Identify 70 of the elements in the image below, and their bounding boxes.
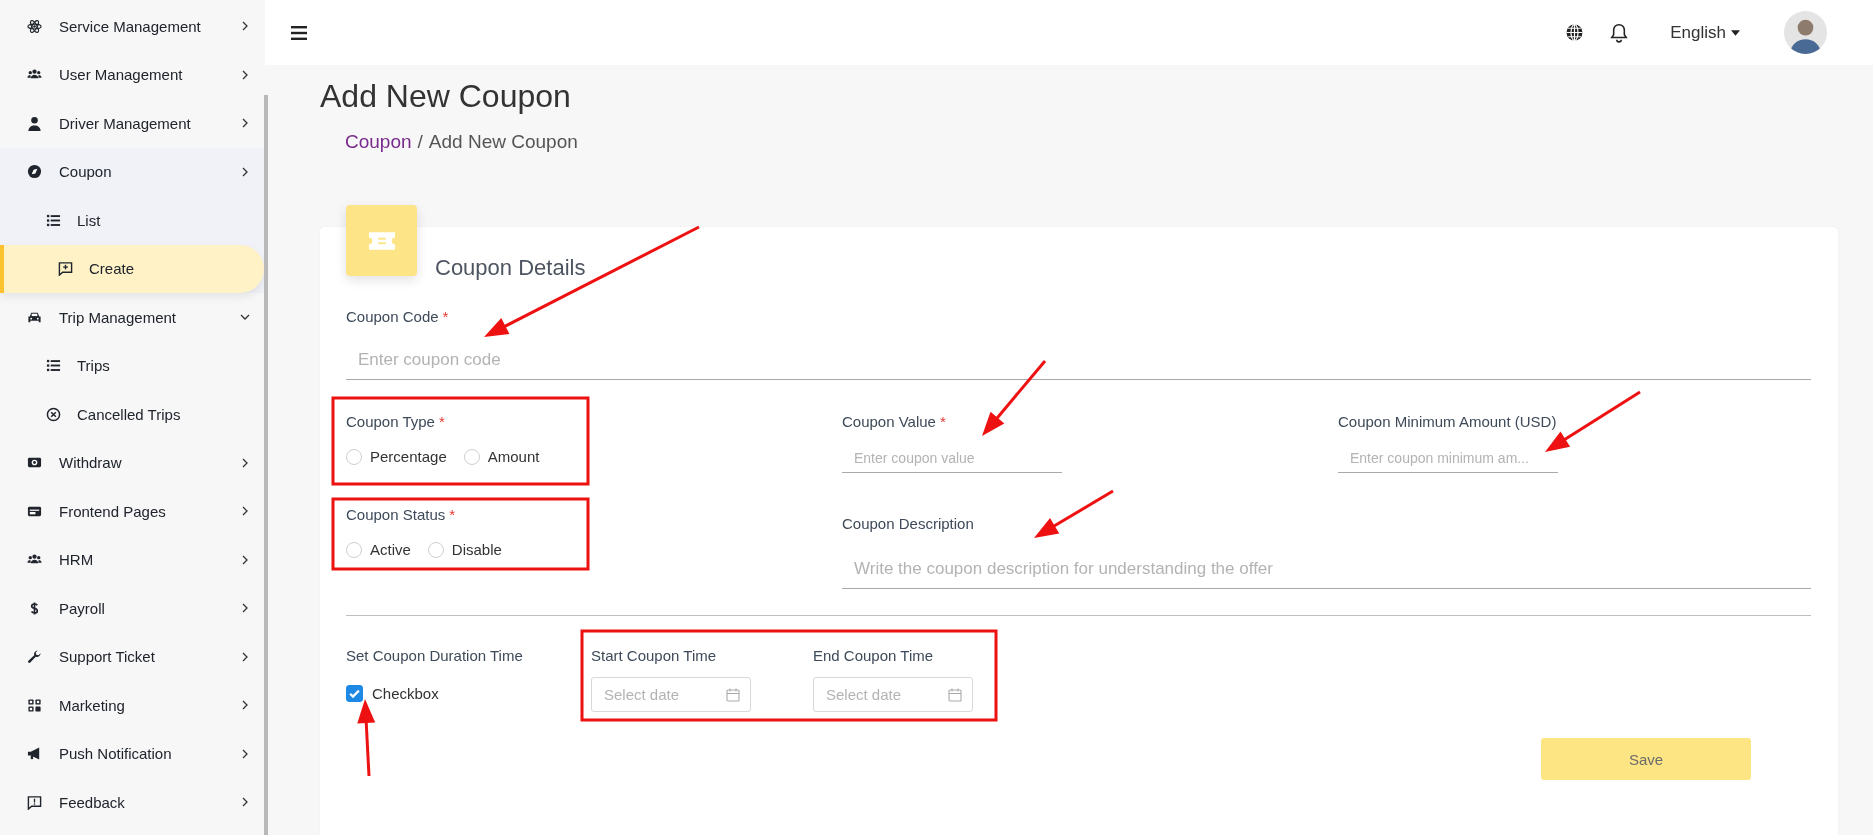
avatar[interactable] <box>1784 11 1827 54</box>
field-label: Coupon Value <box>842 413 936 431</box>
calendar-icon <box>726 687 740 702</box>
minimum-amount-field[interactable]: Enter coupon minimum am... <box>1338 443 1558 473</box>
user-icon <box>27 115 42 131</box>
field-label: Coupon Type <box>346 413 435 431</box>
sidebar-item[interactable]: Feedback <box>0 778 265 827</box>
field-label: Coupon Description <box>842 515 974 533</box>
date-input[interactable]: Select date <box>826 686 936 703</box>
breadcrumb-separator: / <box>417 131 423 153</box>
sidebar-item[interactable]: User Management <box>0 50 265 99</box>
sidebar-item[interactable]: Marketing <box>0 681 265 730</box>
sidebar-subitem[interactable]: Trips <box>0 341 265 390</box>
language-dropdown[interactable]: English <box>1670 22 1740 43</box>
megaphone-icon <box>27 746 42 762</box>
sidebar-subitem[interactable]: Cancelled Trips <box>0 390 265 439</box>
coupon-value-field[interactable]: Enter coupon value <box>842 443 1062 473</box>
sidebar-item[interactable]: Service Management <box>0 2 265 51</box>
close-icon <box>46 406 61 422</box>
card-title: Coupon Details <box>435 254 587 281</box>
save-button[interactable]: Save <box>1541 738 1751 780</box>
message-plus-icon <box>58 261 73 277</box>
menu-icon[interactable] <box>291 25 307 40</box>
field-label: End Coupon Time <box>813 647 935 665</box>
sidebar-item[interactable]: Frontend Pages <box>0 487 265 536</box>
sidebar-item[interactable]: Coupon <box>0 147 265 196</box>
caret-icon <box>1731 29 1740 36</box>
ticket-icon <box>368 231 395 250</box>
atom-icon <box>27 18 42 34</box>
sidebar-item[interactable]: Withdraw <box>0 438 265 487</box>
wrench-icon <box>27 649 42 665</box>
calendar-icon <box>948 687 962 702</box>
sidebar-item[interactable]: HRM <box>0 535 265 584</box>
description-field[interactable]: Write the coupon description for understanding the offer <box>842 549 1811 589</box>
sidebar-item[interactable]: Payroll <box>0 584 265 633</box>
compass-icon <box>27 164 42 180</box>
required-mark: * <box>939 413 946 431</box>
required-mark: * <box>438 413 445 431</box>
date-field[interactable]: Select date <box>813 677 973 712</box>
checkbox-option[interactable]: Checkbox <box>346 685 591 702</box>
field-label: Set Coupon Duration Time <box>346 647 524 665</box>
required-mark: * <box>442 308 449 326</box>
bell-icon[interactable] <box>1610 22 1629 43</box>
coupon-code-field[interactable]: Enter coupon code <box>346 340 1811 380</box>
message-icon <box>27 794 42 810</box>
date-field[interactable]: Select date <box>591 677 751 712</box>
field-label: Start Coupon Time <box>591 647 718 665</box>
breadcrumb-link[interactable]: Coupon <box>345 131 412 153</box>
field-label: Coupon Minimum Amount (USD) <box>1338 413 1557 431</box>
radio-option[interactable]: Active <box>346 541 411 558</box>
sidebar-item[interactable]: Driver Management <box>0 99 265 148</box>
radio-option[interactable]: Disable <box>427 541 502 558</box>
radio-option[interactable]: Percentage <box>346 448 447 465</box>
sidebar-item[interactable]: Support Ticket <box>0 632 265 681</box>
scrollbar[interactable] <box>264 95 268 835</box>
list-icon <box>46 358 61 374</box>
page-title: Add New Coupon <box>320 77 572 115</box>
field-label: Coupon Code <box>346 308 439 326</box>
sidebar-subitem[interactable]: Create <box>0 244 264 293</box>
list-icon <box>46 212 61 228</box>
sidebar-item[interactable]: Trip Management <box>0 293 265 342</box>
required-mark: * <box>449 506 456 524</box>
field-label: Coupon Status <box>346 506 446 524</box>
sidebar-item[interactable]: Push Notification <box>0 729 265 778</box>
sidebar-subitem[interactable]: List <box>0 196 265 245</box>
grid-icon <box>27 697 42 713</box>
date-input[interactable]: Select date <box>604 686 714 703</box>
breadcrumb-current: Add New Coupon <box>428 131 578 153</box>
globe-icon[interactable] <box>1566 24 1584 41</box>
radio-option[interactable]: Amount <box>463 448 540 465</box>
